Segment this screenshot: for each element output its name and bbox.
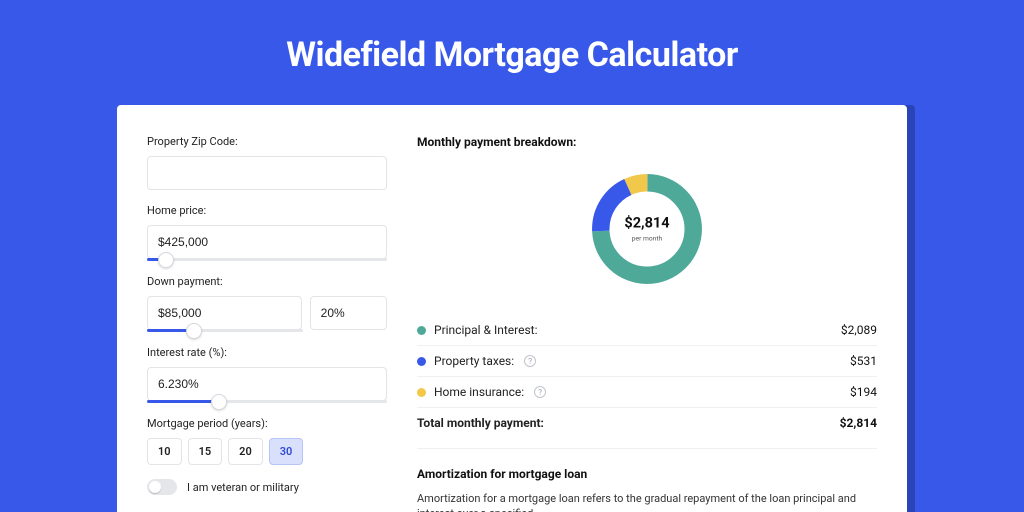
legend-taxes: Property taxes: ? $531 bbox=[417, 346, 877, 377]
total-value: $2,814 bbox=[840, 416, 877, 430]
zip-group: Property Zip Code: bbox=[147, 135, 387, 190]
rate-slider[interactable] bbox=[147, 400, 387, 403]
page-title: Widefield Mortgage Calculator bbox=[0, 0, 1024, 105]
down-label: Down payment: bbox=[147, 275, 387, 288]
dot-icon bbox=[417, 326, 426, 335]
legend-label: Property taxes: bbox=[434, 354, 514, 368]
breakdown-column: Monthly payment breakdown: $2,814 per mo… bbox=[417, 135, 877, 512]
amortization-title: Amortization for mortgage loan bbox=[417, 467, 877, 481]
down-amount-input[interactable] bbox=[147, 296, 302, 330]
veteran-label: I am veteran or military bbox=[187, 481, 299, 494]
legend-insurance: Home insurance: ? $194 bbox=[417, 377, 877, 408]
period-options: 10 15 20 30 bbox=[147, 438, 387, 465]
legend-label: Principal & Interest: bbox=[434, 323, 538, 337]
period-option-30[interactable]: 30 bbox=[269, 438, 304, 465]
legend-value: $2,089 bbox=[841, 323, 877, 337]
down-slider[interactable] bbox=[147, 329, 303, 332]
price-input[interactable] bbox=[147, 225, 387, 259]
zip-label: Property Zip Code: bbox=[147, 135, 387, 148]
legend-principal: Principal & Interest: $2,089 bbox=[417, 315, 877, 346]
amortization-text: Amortization for a mortgage loan refers … bbox=[417, 491, 877, 512]
veteran-toggle-knob bbox=[149, 481, 161, 493]
legend-value: $194 bbox=[850, 385, 877, 399]
breakdown-title: Monthly payment breakdown: bbox=[417, 135, 877, 149]
zip-input[interactable] bbox=[147, 156, 387, 190]
info-icon[interactable]: ? bbox=[534, 386, 546, 398]
period-option-15[interactable]: 15 bbox=[188, 438, 223, 465]
down-percent-input[interactable] bbox=[310, 296, 387, 330]
legend-value: $531 bbox=[850, 354, 877, 368]
down-slider-thumb[interactable] bbox=[186, 323, 202, 339]
rate-input[interactable] bbox=[147, 367, 387, 401]
dot-icon bbox=[417, 357, 426, 366]
down-group: Down payment: bbox=[147, 275, 387, 332]
donut-center-label: per month bbox=[632, 235, 663, 243]
period-option-10[interactable]: 10 bbox=[147, 438, 182, 465]
rate-label: Interest rate (%): bbox=[147, 346, 387, 359]
period-option-20[interactable]: 20 bbox=[228, 438, 263, 465]
form-column: Property Zip Code: Home price: Down paym… bbox=[147, 135, 387, 512]
period-group: Mortgage period (years): 10 15 20 30 bbox=[147, 417, 387, 465]
total-label: Total monthly payment: bbox=[417, 416, 544, 430]
dot-icon bbox=[417, 388, 426, 397]
donut-center-value: $2,814 bbox=[624, 215, 669, 232]
legend-label: Home insurance: bbox=[434, 385, 524, 399]
rate-slider-thumb[interactable] bbox=[211, 394, 227, 410]
amortization-section: Amortization for mortgage loan Amortizat… bbox=[417, 448, 877, 512]
veteran-row: I am veteran or military bbox=[147, 479, 387, 495]
donut-svg: $2,814 per month bbox=[586, 168, 708, 290]
rate-group: Interest rate (%): bbox=[147, 346, 387, 403]
veteran-toggle[interactable] bbox=[147, 479, 177, 495]
price-group: Home price: bbox=[147, 204, 387, 261]
price-slider[interactable] bbox=[147, 258, 387, 261]
period-label: Mortgage period (years): bbox=[147, 417, 387, 430]
calculator-card: Property Zip Code: Home price: Down paym… bbox=[117, 105, 907, 512]
donut-chart: $2,814 per month bbox=[417, 159, 877, 299]
price-slider-thumb[interactable] bbox=[158, 252, 174, 268]
info-icon[interactable]: ? bbox=[524, 355, 536, 367]
legend-total: Total monthly payment: $2,814 bbox=[417, 408, 877, 438]
price-label: Home price: bbox=[147, 204, 387, 217]
